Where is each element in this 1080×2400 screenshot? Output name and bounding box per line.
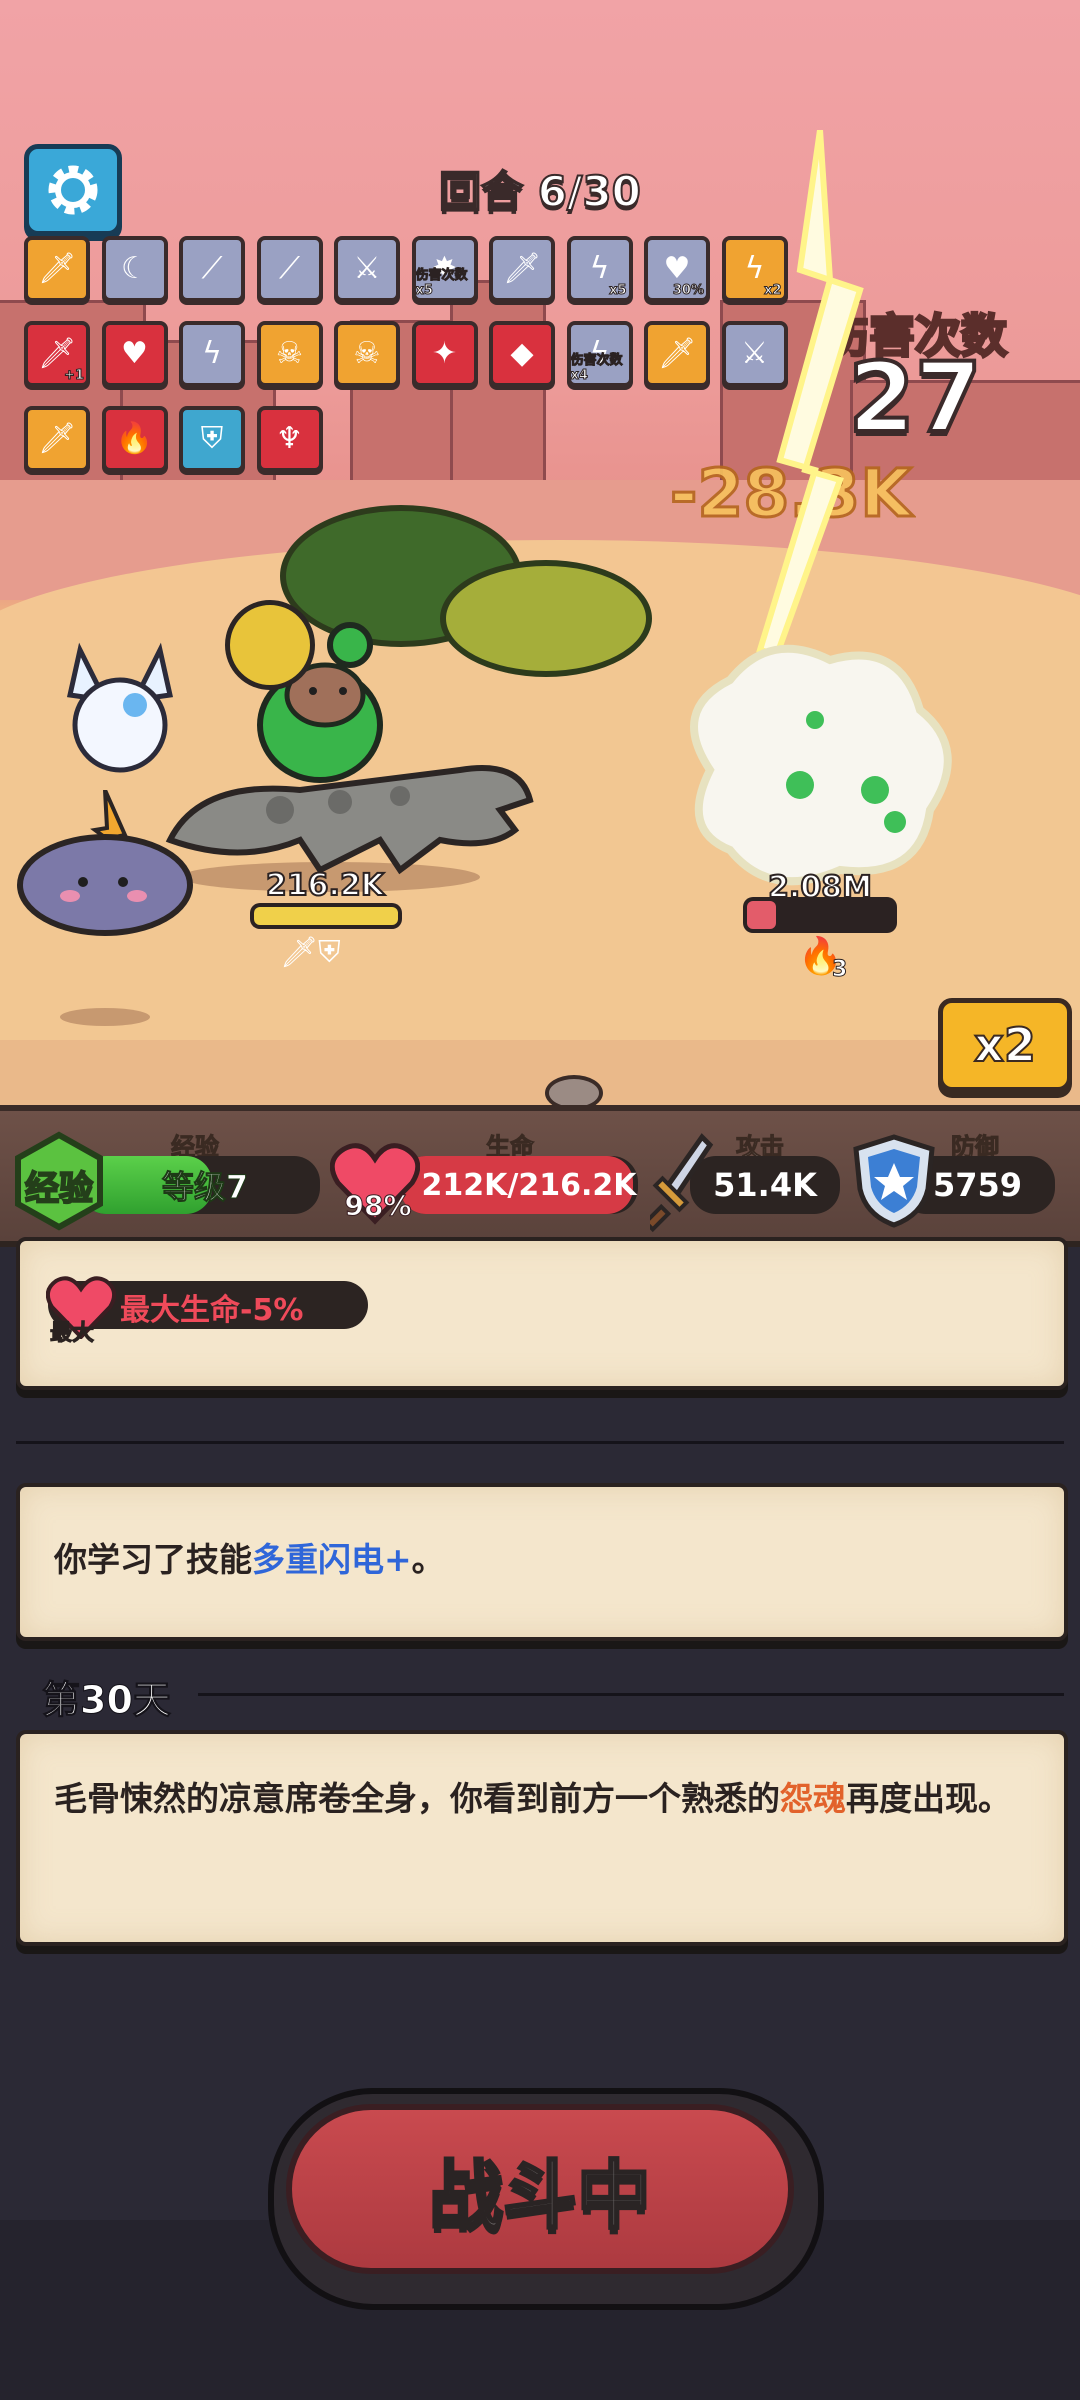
- skill-learned-card: 你学习了技能多重闪电+。: [16, 1483, 1068, 1641]
- story-text: 毛骨悚然的凉意席卷全身，你看到前方一个熟悉的怨魂再度出现。: [54, 1772, 1044, 1826]
- sword-burst-icon: ✦: [431, 336, 458, 371]
- skill-slot[interactable]: ⚔: [334, 236, 400, 302]
- skill-slot[interactable]: ✸ 伤害次数 x5: [411, 236, 478, 302]
- bush: [440, 560, 652, 677]
- skill-slot[interactable]: ϟ 伤害次数 x4: [566, 321, 633, 387]
- sword-fire-icon: 🗡: [657, 336, 697, 371]
- crescent-icon: ☾: [121, 251, 148, 286]
- battle-scene: 回合 6/30 🗡 ☾ ⟋ ⟋ ⚔ ✸ 伤害次数 x5 🗡 ϟ x5 ♥ 30% ϟ x2 🗡 +1 ♥ ϟ ☠ ☠ ✦…: [0, 0, 1080, 1105]
- battle-status-label: 战斗中: [428, 2151, 653, 2240]
- buff-small-label: 最大: [49, 1321, 95, 1347]
- desert-foreground: [0, 1040, 1080, 1105]
- skill-slot[interactable]: 🗡: [24, 406, 90, 472]
- hp-value: 212K/216.2K: [421, 1167, 637, 1203]
- sword-plus-icon: 🗡: [37, 251, 77, 286]
- skill-badge: x5: [609, 283, 627, 299]
- learned-skill-name: 多重闪电+: [252, 1540, 412, 1579]
- skill-badge: 30%: [672, 283, 704, 299]
- sword-plus-icon: 🗡: [37, 336, 77, 371]
- enemy-hp-fill: [747, 901, 777, 929]
- skill-slot[interactable]: ☾: [101, 236, 168, 302]
- sword-ice-icon: 🗡: [502, 251, 542, 286]
- speed-toggle-button[interactable]: x2: [938, 998, 1072, 1092]
- skill-slot[interactable]: 🗡 +1: [24, 321, 90, 387]
- thunder-cloud-pet: [17, 790, 193, 936]
- skill-slot[interactable]: ✦: [411, 321, 478, 387]
- heart-icon: ♥: [121, 336, 148, 371]
- vengeful-ghost-enemy: [690, 644, 952, 886]
- skill-badge: 伤害次数 x5: [415, 268, 469, 299]
- crossed-swords-icon: ⚔: [353, 251, 381, 286]
- lightning-skull-icon: ☠: [353, 336, 381, 371]
- skill-slot[interactable]: ⛨: [179, 406, 245, 472]
- learn-suffix: 。: [411, 1540, 445, 1579]
- divider: [16, 1441, 1064, 1444]
- skull-ice-icon: ☠: [276, 336, 303, 371]
- story-suffix: 再度出现。: [846, 1779, 1011, 1818]
- spear-icon: ⟋: [201, 251, 223, 286]
- skill-slot[interactable]: ϟ: [179, 321, 245, 387]
- ice-fox-pet: [66, 642, 174, 773]
- player-hp-label: 216.2K: [265, 867, 385, 904]
- skill-slot[interactable]: ♆: [256, 406, 323, 472]
- skill-badge: +1: [64, 368, 85, 384]
- story-prefix: 毛骨悚然的凉意席卷全身，你看到前方一个熟悉的: [54, 1779, 780, 1818]
- stats-bar: 经验 等级7 经验 生命 212K/216.2K 98% 攻击 51.4K 防御…: [0, 1105, 1080, 1247]
- story-enemy-name: 怨魂: [780, 1779, 846, 1818]
- player-buff-icons: 🗡⛨: [280, 935, 370, 975]
- hp-percent: 98%: [344, 1189, 412, 1223]
- skill-slot[interactable]: ϟ x5: [566, 236, 633, 302]
- player-hp-bar: [250, 903, 402, 929]
- skill-slot[interactable]: ⟋: [179, 236, 245, 302]
- divider: [198, 1693, 1064, 1696]
- sword-shield-icon: ⛨: [200, 421, 224, 456]
- rock: [545, 1075, 603, 1105]
- enemy-burn-status: 🔥 3: [798, 935, 858, 983]
- enemy-hp-bar: [743, 897, 897, 933]
- skill-slot[interactable]: 🗡: [24, 236, 90, 302]
- sword-buff-icon: 🗡: [280, 935, 319, 970]
- learn-prefix: 你学习了技能: [54, 1540, 252, 1579]
- skill-badge: 伤害次数 x4: [570, 353, 624, 384]
- hp-bar: 212K/216.2K: [400, 1156, 638, 1214]
- skill-slot[interactable]: 🗡: [644, 321, 710, 387]
- lightning-icon: ϟ: [589, 251, 610, 286]
- burn-stack-count: 3: [831, 957, 848, 983]
- buff-card: 最大 最大生命-5%: [16, 1237, 1068, 1390]
- day-title: 第30天: [42, 1678, 172, 1723]
- heart-icon: ♥: [663, 251, 691, 286]
- buff-text: 最大生命-5%: [120, 1293, 304, 1328]
- spiked-club: [225, 600, 315, 690]
- shield-buff-icon: ⛨: [318, 935, 341, 970]
- shadow: [60, 1008, 150, 1026]
- skill-learned-text: 你学习了技能多重闪电+。: [54, 1533, 1034, 1587]
- level-text: 等级7: [161, 1168, 249, 1207]
- spear-plus-icon: ⟋: [279, 251, 300, 286]
- skill-slot[interactable]: ⟋: [256, 236, 323, 302]
- devil-icon: ♆: [276, 421, 303, 456]
- ice-crystal-icon: ◆: [510, 336, 534, 371]
- sword-icon: [650, 1133, 714, 1233]
- skill-slot[interactable]: ♥: [101, 321, 168, 387]
- story-card: 毛骨悚然的凉意席卷全身，你看到前方一个熟悉的怨魂再度出现。: [16, 1730, 1068, 1946]
- skill-slot[interactable]: ☠: [334, 321, 400, 387]
- skill-slot[interactable]: ◆: [489, 321, 555, 387]
- lightning-icon: ϟ: [202, 336, 222, 371]
- fire-icon: 🔥: [115, 421, 154, 456]
- skill-slot[interactable]: ♥ 30%: [644, 236, 710, 302]
- battle-status-button[interactable]: 战斗中: [286, 2104, 794, 2274]
- skill-slot[interactable]: ☠: [256, 321, 323, 387]
- exp-bar: 等级7: [80, 1156, 320, 1214]
- sword-icon: 🗡: [37, 421, 77, 456]
- shield-icon: [853, 1134, 935, 1228]
- skill-slot[interactable]: 🔥: [101, 406, 168, 472]
- skill-slot[interactable]: 🗡: [489, 236, 555, 302]
- player-hp-fill: [254, 907, 398, 925]
- exp-badge-text: 经验: [24, 1168, 94, 1210]
